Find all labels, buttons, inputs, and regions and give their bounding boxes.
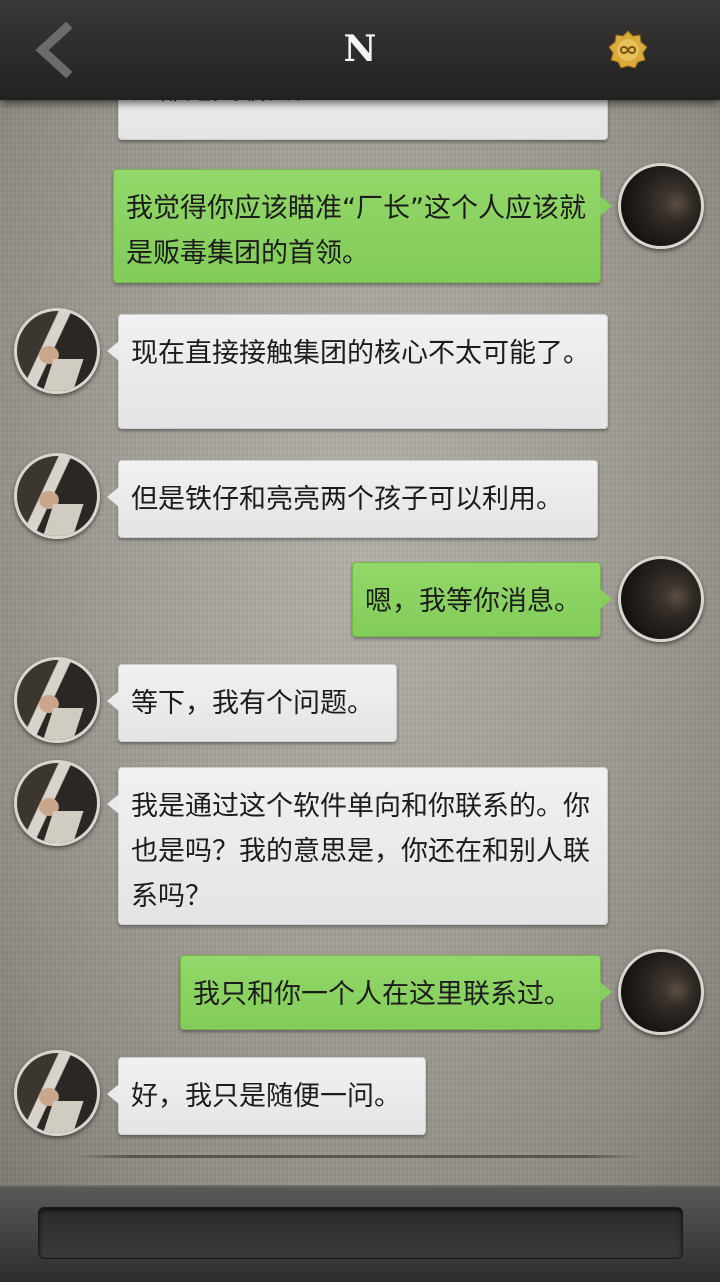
avatar-me[interactable] [618,163,704,249]
message-text: 现在直接接触集团的核心不太可能了。 [131,338,590,369]
message-bubble-incoming: 我是通过这个软件单向和你联系的。你也是吗？我的意思是，你还在和别人联系吗？ [107,767,608,925]
message-text: 但是铁仔和亮亮两个孩子可以利用。 [131,484,563,515]
infinity-badge-icon [608,30,648,69]
message-bubble-incoming: 但是铁仔和亮亮两个孩子可以利用。 [107,460,598,538]
avatar-me[interactable] [618,949,704,1035]
avatar-contact[interactable] [14,657,100,743]
message-text: 嗯，我等你消息。 [365,586,581,617]
top-bar: N [0,0,720,100]
message-text: 好，我只是随便一问。 [131,1081,401,1112]
avatar-contact[interactable] [14,1050,100,1136]
message-text: 我只和你一个人在这里联系过。 [193,979,571,1010]
message-bubble-outgoing: 我只和你一个人在这里联系过。 [180,955,612,1030]
avatar-contact[interactable] [14,308,100,394]
menu-button[interactable] [608,30,648,70]
avatar-me[interactable] [618,556,704,642]
message-bubble-outgoing: 我觉得你应该瞄准“厂长”这个人应该就是贩毒集团的首领。 [113,169,612,283]
message-text: 我觉得你应该瞄准“厂长”这个人应该就是贩毒集团的首领。 [126,193,586,269]
avatar-contact[interactable] [14,760,100,846]
message-input[interactable] [38,1207,683,1259]
message-bubble-incoming: 现在直接接触集团的核心不太可能了。 [107,314,608,429]
avatar-contact[interactable] [14,453,100,539]
message-bubble-incoming: 好，我只是随便一问。 [107,1057,426,1135]
message-bubble-incoming: 等下，我有个问题。 [107,664,397,742]
message-text: 等下，我有个问题。 [131,688,374,719]
message-bubble-outgoing: 嗯，我等你消息。 [352,562,612,637]
message-text: 我是通过这个软件单向和你联系的。你也是吗？我的意思是，你还在和别人联系吗？ [131,791,590,912]
divider [75,1155,640,1158]
